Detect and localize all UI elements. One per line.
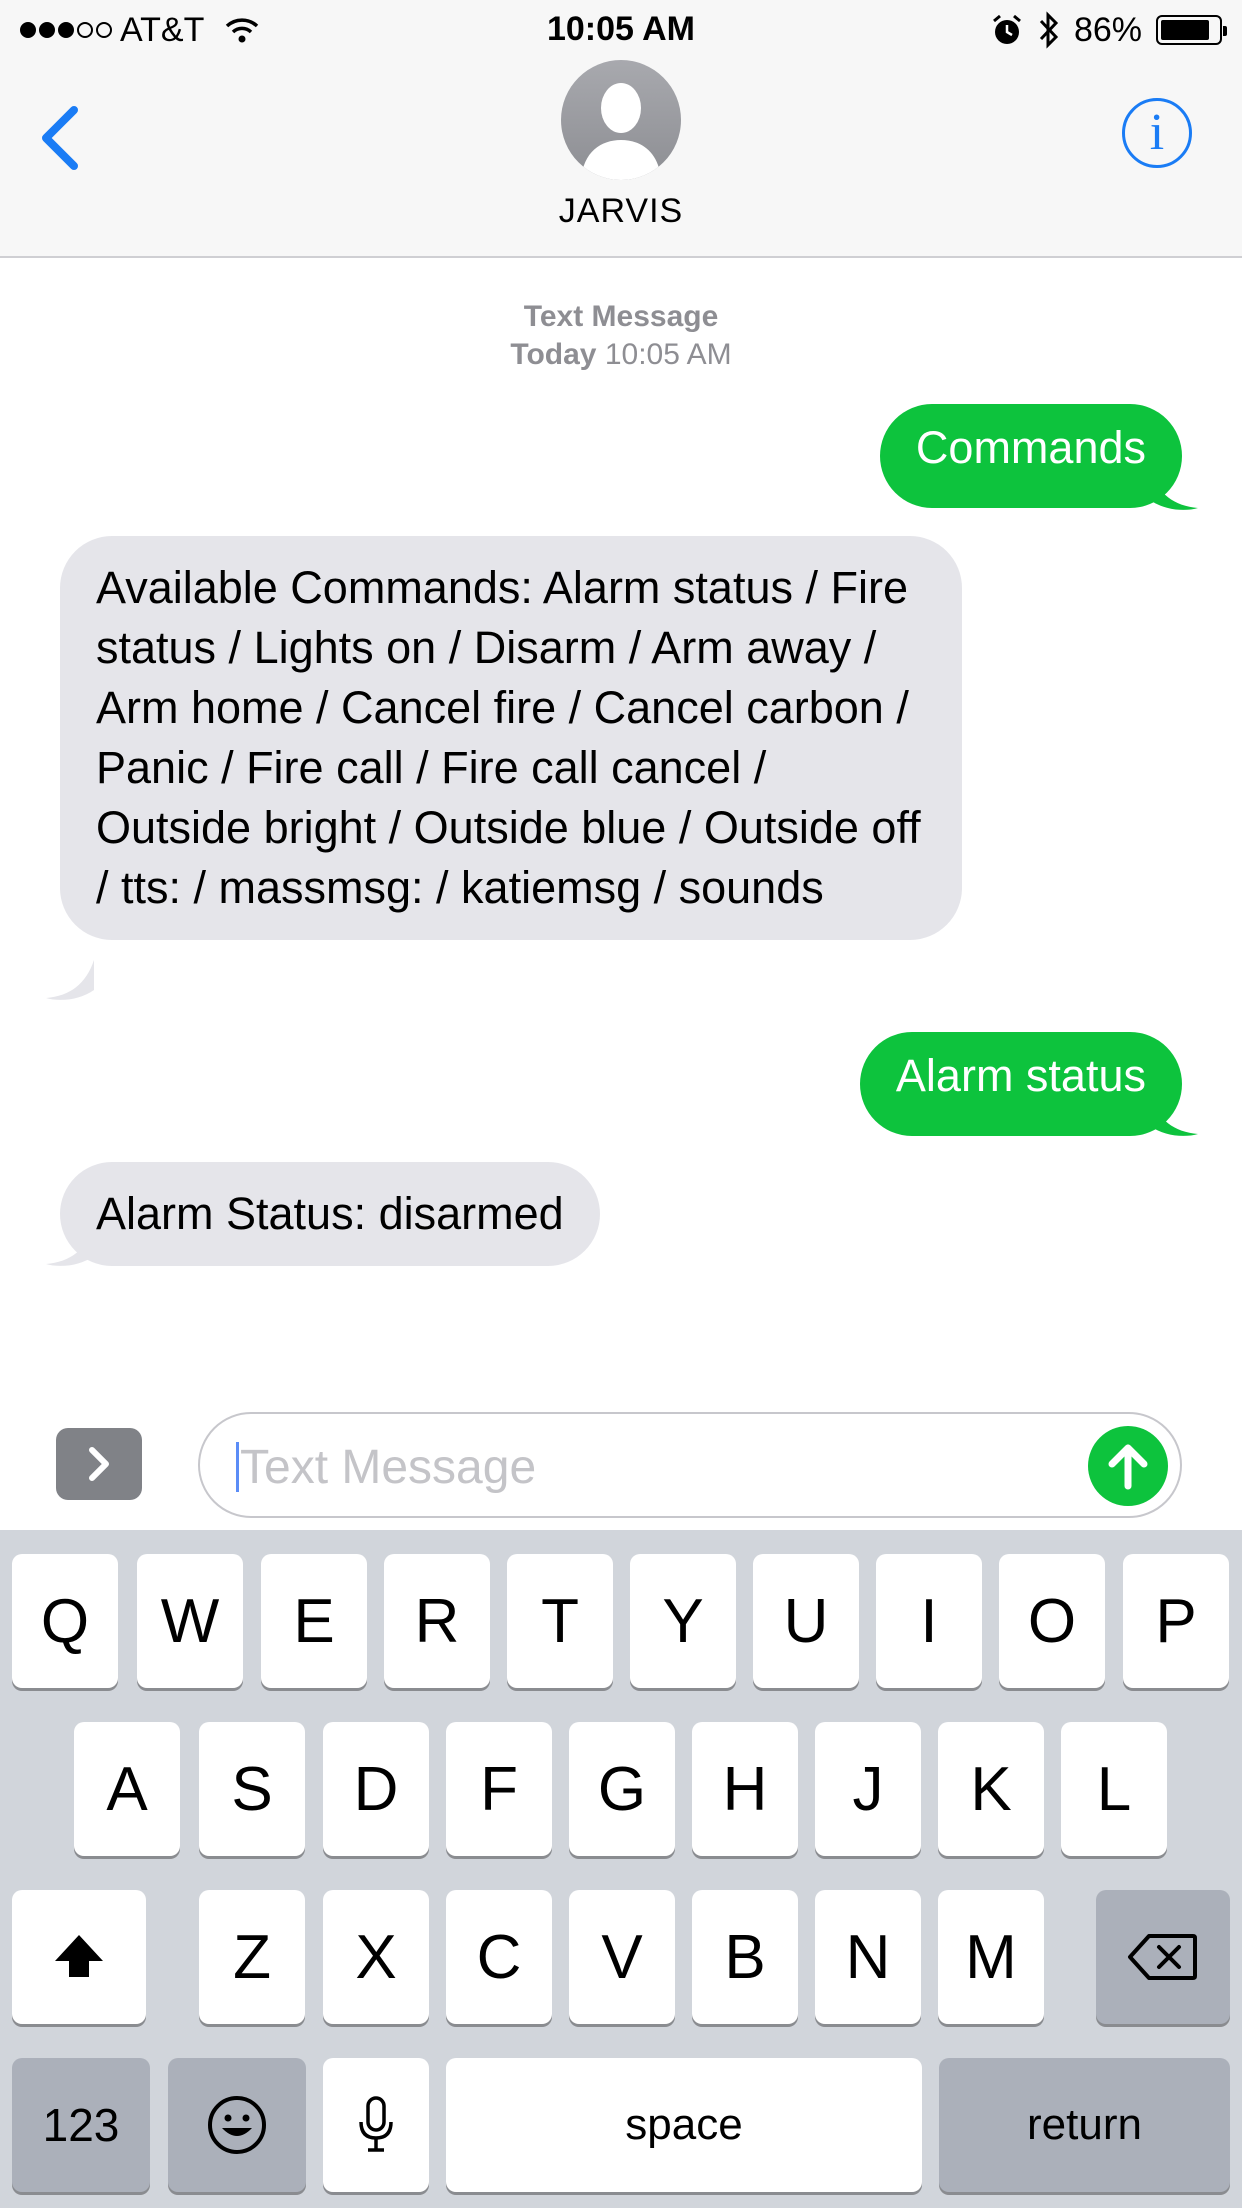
bubble-tail	[46, 1226, 94, 1266]
message-input[interactable]	[240, 1432, 1060, 1502]
key-b[interactable]: B	[692, 1890, 798, 2024]
message-text: Commands	[915, 422, 1146, 473]
person-silhouette-icon	[581, 83, 661, 180]
key-d[interactable]: D	[323, 1722, 429, 1856]
conversation-header: JARVIS i	[0, 60, 1242, 258]
key-z[interactable]: Z	[199, 1890, 305, 2024]
numbers-key[interactable]: 123	[12, 2058, 150, 2192]
chevron-left-icon[interactable]	[30, 98, 90, 178]
key-s[interactable]: S	[199, 1722, 305, 1856]
key-m[interactable]: M	[938, 1890, 1044, 2024]
key-q[interactable]: Q	[12, 1554, 118, 1688]
status-bar: AT&T 10:05 AM 86%	[0, 0, 1242, 60]
key-p[interactable]: P	[1123, 1554, 1229, 1688]
message-text: Available Commands: Alarm status / Fire …	[96, 562, 921, 913]
bubble-tail	[46, 960, 94, 1000]
message-text: Alarm Status: disarmed	[96, 1188, 564, 1239]
received-message-bubble[interactable]: Available Commands: Alarm status / Fire …	[60, 536, 962, 940]
key-r[interactable]: R	[384, 1554, 490, 1688]
key-c[interactable]: C	[446, 1890, 552, 2024]
key-o[interactable]: O	[999, 1554, 1105, 1688]
key-v[interactable]: V	[569, 1890, 675, 2024]
key-h[interactable]: H	[692, 1722, 798, 1856]
contact-avatar[interactable]	[561, 60, 681, 180]
key-t[interactable]: T	[507, 1554, 613, 1688]
key-w[interactable]: W	[137, 1554, 243, 1688]
arrow-up-icon	[1108, 1444, 1148, 1490]
key-l[interactable]: L	[1061, 1722, 1167, 1856]
timestamp-time: 10:05 AM	[604, 338, 732, 371]
received-message-bubble[interactable]: Alarm Status: disarmed	[60, 1162, 600, 1266]
message-input-field[interactable]	[198, 1412, 1182, 1518]
bluetooth-icon	[1039, 11, 1059, 49]
return-key[interactable]: return	[939, 2058, 1230, 2192]
bubble-tail	[1150, 470, 1198, 510]
space-key[interactable]: space	[446, 2058, 922, 2192]
chevron-right-icon	[89, 1447, 109, 1481]
keyboard: Q W E R T Y U I O P A S D F G H J K L Z …	[0, 1530, 1242, 2208]
key-n[interactable]: N	[815, 1890, 921, 2024]
emoji-icon	[208, 2096, 266, 2154]
status-indicators: 86%	[990, 8, 1227, 52]
backspace-icon	[1128, 1934, 1197, 1980]
shift-icon	[55, 1935, 103, 1977]
sent-message-bubble[interactable]: Alarm status	[859, 1032, 1182, 1136]
delete-key[interactable]	[1096, 1890, 1230, 2024]
key-i[interactable]: I	[876, 1554, 982, 1688]
message-text: Alarm status	[895, 1050, 1146, 1101]
battery-percent: 86%	[1073, 10, 1142, 49]
alarm-clock-icon	[992, 14, 1021, 44]
emoji-key[interactable]	[168, 2058, 306, 2192]
battery-icon	[1156, 15, 1227, 45]
timestamp-day: Today	[510, 338, 597, 371]
message-timestamp: Today 10:05 AM	[0, 338, 1242, 372]
bubble-tail	[1150, 1096, 1198, 1136]
send-button[interactable]	[1088, 1426, 1168, 1506]
sent-message-bubble[interactable]: Commands	[879, 404, 1182, 508]
microphone-icon	[359, 2096, 393, 2152]
service-label: Text Message	[523, 300, 719, 333]
key-e[interactable]: E	[261, 1554, 367, 1688]
text-cursor	[236, 1442, 239, 1492]
key-f[interactable]: F	[446, 1722, 552, 1856]
key-u[interactable]: U	[753, 1554, 859, 1688]
dictation-key[interactable]	[323, 2058, 429, 2192]
key-j[interactable]: J	[815, 1722, 921, 1856]
key-g[interactable]: G	[569, 1722, 675, 1856]
key-y[interactable]: Y	[630, 1554, 736, 1688]
key-a[interactable]: A	[74, 1722, 180, 1856]
key-k[interactable]: K	[938, 1722, 1044, 1856]
key-x[interactable]: X	[323, 1890, 429, 2024]
contact-name[interactable]: JARVIS	[0, 192, 1242, 231]
info-icon[interactable]: i	[1122, 98, 1192, 168]
shift-key[interactable]	[12, 1890, 146, 2024]
apps-toggle-button[interactable]	[56, 1428, 142, 1500]
